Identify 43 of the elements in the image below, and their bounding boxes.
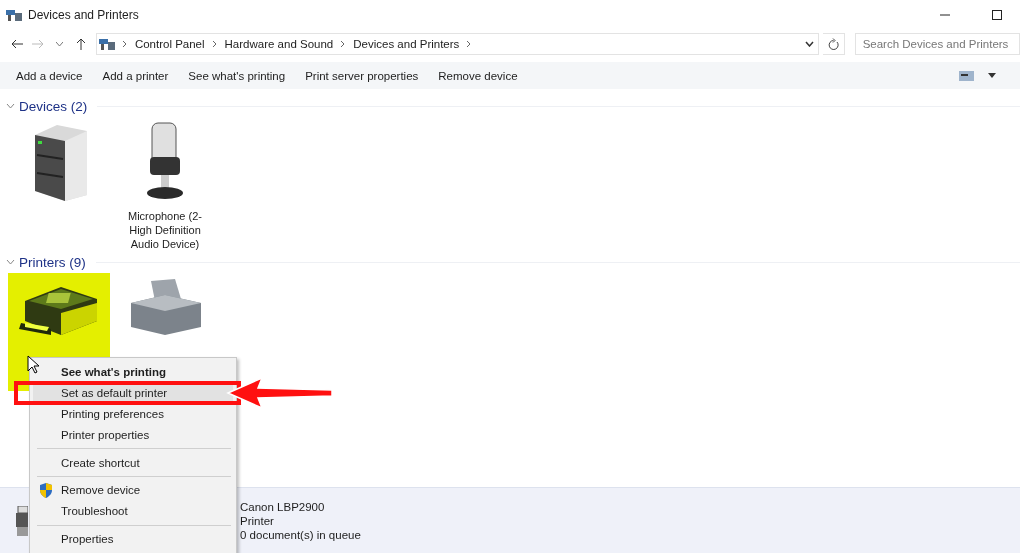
menu-item[interactable]: Remove device (33, 480, 233, 501)
menu-item[interactable]: Printing preferences (33, 403, 233, 425)
detail-text: Canon LBP2900 (240, 500, 326, 513)
menu-item[interactable]: Create shortcut (33, 452, 233, 473)
detail-text: 0 document(s) in queue (240, 528, 361, 541)
group-title: Printers (9) (19, 254, 86, 270)
command-button[interactable]: Print server properties (295, 63, 429, 88)
shield-icon (39, 482, 53, 498)
up-arrow-icon[interactable] (76, 38, 87, 50)
menu-item[interactable]: Properties (33, 528, 233, 550)
refresh-icon (827, 38, 839, 50)
command-button[interactable]: See what's printing (178, 63, 296, 88)
search-field[interactable]: Search Devices and Printers (854, 33, 1020, 55)
command-button[interactable]: Add a printer (92, 63, 179, 88)
command-button[interactable]: Add a device (6, 63, 93, 88)
maximize-icon[interactable] (992, 10, 1002, 20)
breadcrumb[interactable]: Control Panel (134, 38, 205, 50)
devices-printers-icon (98, 39, 115, 50)
refresh-button[interactable] (823, 33, 845, 55)
command-button[interactable]: Remove device (428, 63, 528, 88)
chevron-icon[interactable] (211, 40, 218, 48)
chevron-icon[interactable] (6, 259, 15, 265)
detail-text: Printer (240, 514, 275, 527)
breadcrumb[interactable]: Devices and Printers (353, 38, 460, 50)
menu-item[interactable]: Troubleshoot (33, 500, 233, 522)
device-label: Microphone (2- High Definition Audio Device) (127, 209, 203, 251)
chevron-icon[interactable] (340, 40, 347, 48)
view-options-icon[interactable] (959, 70, 974, 81)
device-tile[interactable]: Microphone (2- High Definition Audio Device) (114, 117, 216, 251)
breadcrumb[interactable]: Hardware and Sound (224, 38, 334, 50)
mouse-cursor-icon (27, 355, 40, 374)
devices-printers-icon (6, 10, 22, 21)
group-title: Devices (2) (19, 98, 88, 114)
caret-icon[interactable] (805, 41, 815, 47)
menu-item[interactable]: Printer properties (33, 424, 233, 446)
chevron-icon[interactable] (121, 40, 128, 48)
chevron-icon[interactable] (466, 40, 473, 48)
printer-icon (16, 505, 28, 536)
caret-icon[interactable] (988, 73, 996, 78)
back-arrow-icon[interactable] (10, 39, 23, 49)
address-field[interactable]: Control Panel Hardware and Sound Devices and Printers (95, 33, 820, 55)
chevron-icon[interactable] (6, 103, 15, 109)
window-title: Devices and Printers (28, 8, 140, 22)
